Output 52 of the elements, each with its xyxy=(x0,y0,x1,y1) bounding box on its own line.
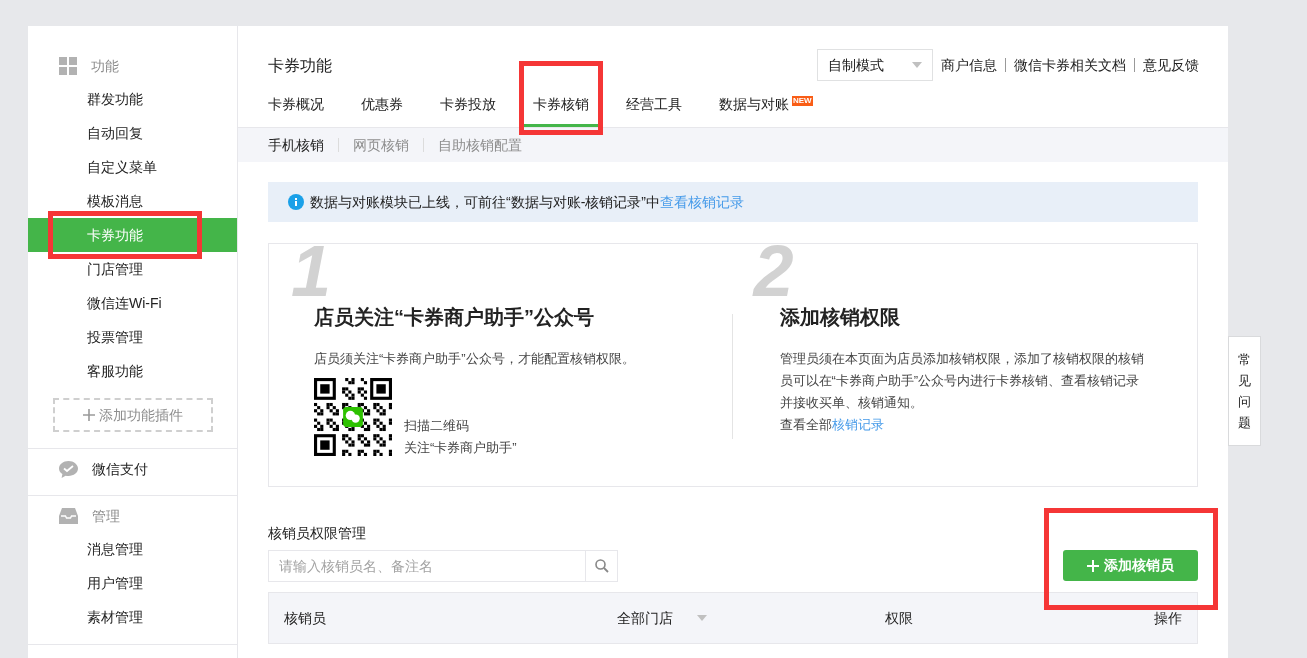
step-description: 店员须关注“卡券商户助手”公众号，才能配置核销权限。 xyxy=(314,350,636,368)
mode-select[interactable]: 自制模式 xyxy=(817,49,933,81)
step-description: 管理员须在本页面为店员添加核销权限，添加了核销权限的核销员可以在“卡券商户助手”公众号内进行卡券核销、查看核销记录并接收买单、核销通知。 xyxy=(779,350,1145,412)
add-plugin-button[interactable]: 添加功能插件 xyxy=(53,398,213,432)
sidebar-item[interactable]: 群发功能 xyxy=(28,82,237,116)
sidebar-item[interactable]: 投票管理 xyxy=(28,320,237,354)
plus-icon xyxy=(83,409,95,421)
tab[interactable]: 数据与对账 NEW xyxy=(719,91,813,127)
sidebar-item[interactable]: 客服功能 xyxy=(28,354,237,388)
qr-caption: 关注“卡券商户助手” xyxy=(404,439,517,457)
sidebar-item[interactable]: 素材管理 xyxy=(28,600,237,634)
step-title: 添加核销权限 xyxy=(779,305,901,330)
step-title: 店员关注“卡券商户助手”公众号 xyxy=(314,305,595,330)
sidebar-item[interactable]: 用户管理 xyxy=(28,566,237,600)
column-header: 权限 xyxy=(885,608,914,628)
sidebar-item[interactable]: 消息管理 xyxy=(28,532,237,566)
caret-icon xyxy=(697,615,707,621)
tab[interactable]: 优惠券 xyxy=(361,91,403,127)
sidebar-item[interactable]: 微信连Wi-Fi xyxy=(28,286,237,320)
tab[interactable]: 卡券概况 xyxy=(268,91,324,127)
info-icon xyxy=(288,194,304,210)
search-field[interactable]: 请输入核销员名、备注名 xyxy=(268,550,586,582)
column-header: 操作 xyxy=(1154,608,1182,628)
sidebar-item[interactable]: 门店管理 xyxy=(28,252,237,286)
chat-check-icon xyxy=(59,460,78,478)
column-header[interactable]: 全部门店 xyxy=(617,607,673,629)
qr-caption: 扫描二维码 xyxy=(404,417,470,435)
tab[interactable]: 卡券投放 xyxy=(440,91,496,127)
sidebar-item[interactable]: 自动回复 xyxy=(28,116,237,150)
caret-icon xyxy=(912,62,922,68)
header-link[interactable]: 微信卡券相关文档 xyxy=(1014,54,1126,76)
search-icon xyxy=(594,559,609,573)
step-link-text: 查看全部核销记录 xyxy=(779,416,885,434)
sidebar-item[interactable]: 模板消息 xyxy=(28,184,237,218)
grid-icon xyxy=(59,57,77,75)
page-title: 卡券功能 xyxy=(268,56,332,76)
new-badge: NEW xyxy=(792,96,813,106)
header-link[interactable]: 商户信息 xyxy=(941,54,997,76)
section-title[interactable]: 微信支付 xyxy=(92,458,148,480)
sidebar-item[interactable]: 自定义菜单 xyxy=(28,150,237,184)
notice-text: 数据与对账模块已上线，可前往“数据与对账-核销记录”中查看核销记录 xyxy=(310,192,744,212)
plus-icon xyxy=(1087,559,1099,572)
section-title: 核销员权限管理 xyxy=(268,524,367,543)
section-title: 功能 xyxy=(91,56,119,76)
faq-side-tab[interactable]: 常见问题 xyxy=(1228,336,1261,446)
search-button[interactable] xyxy=(586,550,618,582)
section-title: 管理 xyxy=(92,506,120,526)
tab[interactable]: 经营工具 xyxy=(626,91,682,127)
column-header: 核销员 xyxy=(284,608,327,628)
header-link[interactable]: 意见反馈 xyxy=(1143,54,1199,76)
subtab[interactable]: 手机核销 xyxy=(268,134,324,156)
inbox-icon xyxy=(59,508,78,524)
